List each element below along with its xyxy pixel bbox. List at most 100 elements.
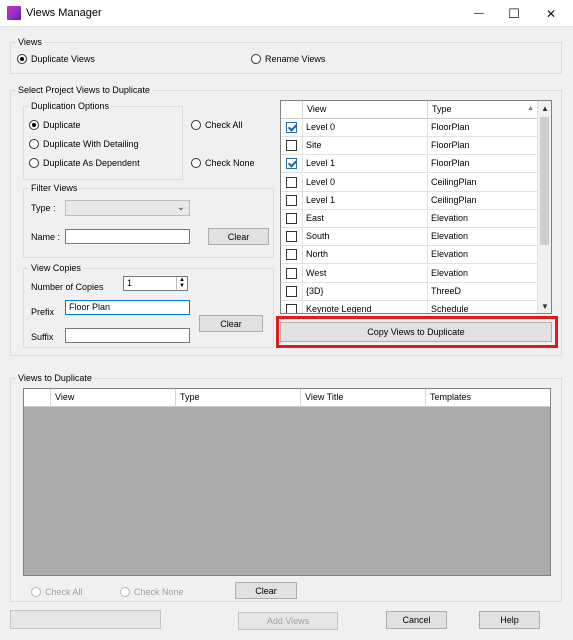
row-view-cell: East: [303, 210, 428, 228]
scroll-thumb[interactable]: [540, 117, 549, 245]
rename-views-radio[interactable]: Rename Views: [251, 54, 325, 64]
table-row[interactable]: Level 0 CeilingPlan: [281, 173, 539, 192]
filter-clear-button[interactable]: Clear: [208, 228, 269, 245]
help-button[interactable]: Help: [479, 611, 540, 629]
row-checkbox[interactable]: [286, 249, 297, 261]
duplicate-views-label: Duplicate Views: [31, 54, 95, 64]
row-select-cell: [281, 264, 303, 283]
table-row[interactable]: West Elevation: [281, 264, 539, 283]
filter-views-group: [23, 188, 274, 258]
grid-header: View Type ▲: [281, 101, 539, 119]
radio-dot: [29, 120, 39, 130]
row-checkbox[interactable]: [286, 285, 297, 297]
header-view[interactable]: View: [303, 101, 428, 119]
prefix-input[interactable]: Floor Plan: [65, 300, 190, 315]
radio-dot: [191, 120, 201, 130]
row-select-cell: [281, 282, 303, 301]
table-row[interactable]: {3D} ThreeD: [281, 282, 539, 301]
table-row[interactable]: East Elevation: [281, 210, 539, 228]
header-type[interactable]: Type ▲: [428, 101, 539, 119]
dup-header-templates[interactable]: Templates: [426, 389, 550, 407]
dup-header-view-title[interactable]: View Title: [301, 389, 426, 407]
row-type-cell: Schedule: [428, 301, 539, 313]
app-icon: [7, 6, 21, 20]
row-type-cell: Elevation: [428, 264, 539, 283]
table-row[interactable]: South Elevation: [281, 228, 539, 247]
close-button[interactable]: ✕: [534, 0, 568, 27]
chevron-down-icon: ⌄: [176, 202, 185, 213]
row-type-cell: CeilingPlan: [428, 191, 539, 210]
duplicate-views-grid[interactable]: View Type View Title Templates: [23, 388, 551, 576]
table-row[interactable]: Site FloorPlan: [281, 137, 539, 156]
duplicate-views-radio[interactable]: Duplicate Views: [17, 54, 95, 64]
cancel-button[interactable]: Cancel: [386, 611, 447, 629]
row-view-cell: Level 1: [303, 155, 428, 174]
as-dependent-label: Duplicate As Dependent: [43, 158, 140, 168]
dup-header-view[interactable]: View: [51, 389, 176, 407]
title-bar: Views Manager — ☐ ✕: [0, 0, 573, 27]
row-view-cell: West: [303, 264, 428, 283]
row-select-cell: [281, 173, 303, 192]
project-views-grid[interactable]: View Type ▲ Level 0 FloorPlan Site FloorPla…: [280, 100, 552, 314]
table-row[interactable]: Level 0 FloorPlan: [281, 119, 539, 137]
name-input[interactable]: [65, 229, 190, 244]
dup-check-all-label: Check All: [45, 587, 83, 597]
radio-dot: [191, 158, 201, 168]
suffix-label: Suffix: [31, 332, 54, 342]
filter-views-legend: Filter Views: [29, 183, 80, 193]
dup-check-all-radio[interactable]: Check All: [31, 587, 83, 597]
row-checkbox[interactable]: [286, 213, 297, 224]
table-row[interactable]: Level 1 FloorPlan: [281, 155, 539, 174]
row-checkbox[interactable]: [286, 267, 297, 279]
number-of-copies-value: 1: [127, 278, 133, 288]
row-select-cell: [281, 246, 303, 265]
row-checkbox[interactable]: [286, 158, 297, 170]
views-group-legend: Views: [16, 37, 44, 47]
row-checkbox[interactable]: [286, 231, 297, 243]
table-row[interactable]: Keynote Legend Schedule: [281, 301, 539, 313]
minimize-button[interactable]: —: [462, 0, 496, 27]
close-icon: ✕: [545, 6, 557, 21]
dup-header-type[interactable]: Type: [176, 389, 301, 407]
row-checkbox[interactable]: [286, 176, 297, 188]
dup-check-none-radio[interactable]: Check None: [120, 587, 184, 597]
header-select-cell: [281, 101, 303, 119]
row-view-cell: Level 0: [303, 173, 428, 192]
vertical-scrollbar[interactable]: ▲ ▼: [537, 101, 551, 313]
table-row[interactable]: Level 1 CeilingPlan: [281, 191, 539, 210]
scroll-up-icon[interactable]: ▲: [538, 101, 551, 115]
dup-grid-header: View Type View Title Templates: [24, 389, 550, 407]
row-type-cell: Elevation: [428, 246, 539, 265]
highlight-box: [276, 316, 558, 348]
dup-header-select: [24, 389, 51, 407]
row-view-cell: Level 1: [303, 191, 428, 210]
scroll-down-icon[interactable]: ▼: [538, 299, 551, 313]
duplicate-with-detailing-radio[interactable]: Duplicate With Detailing: [29, 139, 139, 149]
copies-clear-button[interactable]: Clear: [199, 315, 263, 332]
duplicate-as-dependent-radio[interactable]: Duplicate As Dependent: [29, 158, 140, 168]
row-checkbox[interactable]: [286, 304, 297, 313]
add-views-button[interactable]: Add Views: [238, 612, 338, 630]
row-checkbox[interactable]: [286, 140, 297, 152]
row-view-cell: Site: [303, 137, 428, 156]
sort-up-icon: ▲: [527, 105, 534, 112]
row-checkbox[interactable]: [286, 194, 297, 206]
radio-dot: [251, 54, 261, 64]
prefix-label: Prefix: [31, 307, 55, 317]
duplicate-radio[interactable]: Duplicate: [29, 120, 81, 130]
radio-dot: [120, 587, 130, 597]
row-view-cell: North: [303, 246, 428, 265]
check-none-radio[interactable]: Check None: [191, 158, 255, 168]
type-select[interactable]: ⌄: [65, 200, 190, 216]
dup-clear-button[interactable]: Clear: [235, 582, 297, 599]
maximize-button[interactable]: ☐: [497, 0, 531, 27]
row-checkbox[interactable]: [286, 122, 297, 133]
spinner-arrows-icon[interactable]: ▲ ▼: [176, 277, 187, 290]
check-all-radio[interactable]: Check All: [191, 120, 243, 130]
number-of-copies-stepper[interactable]: 1 ▲ ▼: [123, 276, 188, 291]
row-type-cell: CeilingPlan: [428, 173, 539, 192]
duplicate-label: Duplicate: [43, 120, 81, 130]
row-select-cell: [281, 137, 303, 156]
table-row[interactable]: North Elevation: [281, 246, 539, 265]
suffix-input[interactable]: [65, 328, 190, 343]
